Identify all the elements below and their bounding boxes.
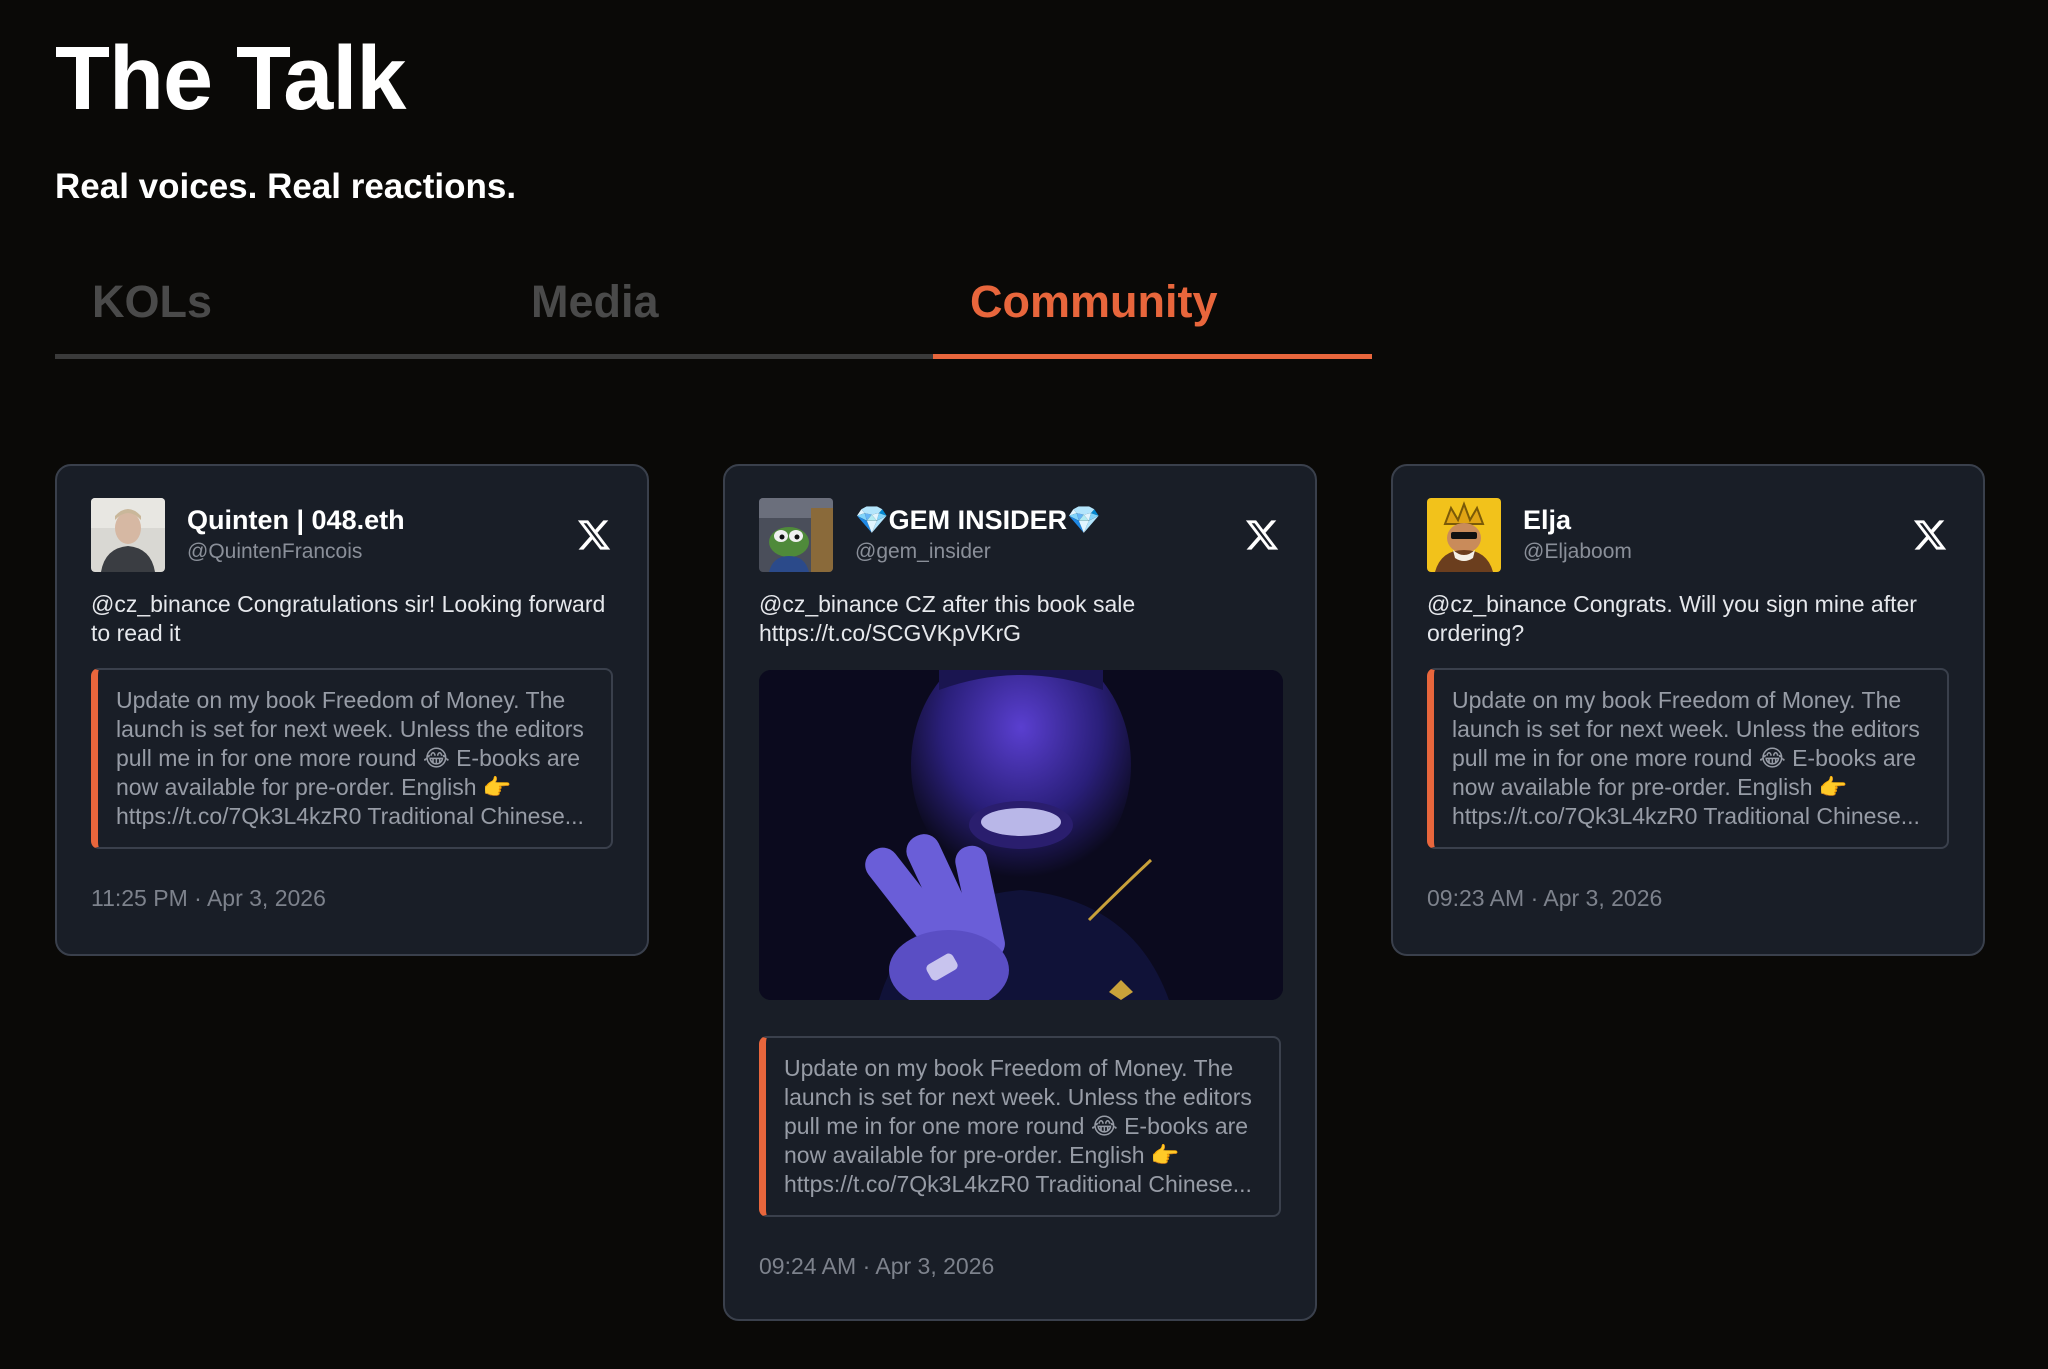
tweet-date: Apr 3, 2026 [206,885,326,911]
tweet-date: Apr 3, 2026 [1543,885,1663,911]
page-subtitle: Real voices. Real reactions. [55,167,517,206]
tweet-text: @cz_binance CZ after this book sale http… [759,591,1136,646]
author-name[interactable]: Elja [1523,503,1912,537]
quote-line: https://t.co/7Qk3L4kzR0 Traditional Chin… [116,803,584,829]
author-handle[interactable]: @QuintenFrancois [187,537,576,567]
quote-line: now available for pre-order. English 👉 [784,1142,1180,1168]
user-avatar[interactable] [1427,498,1501,572]
tab-community[interactable]: Community [933,270,1372,359]
tab-media[interactable]: Media [494,270,933,354]
tweet-timestamp[interactable]: 11:25 PM · Apr 3, 2026 [91,885,613,912]
quote-line: launch is set for next week. Unless the … [1452,716,1920,742]
tweet-header: Elja @Eljaboom [1427,498,1949,572]
tweet-media-image[interactable] [759,670,1283,1000]
author-info: Elja @Eljaboom [1523,503,1912,567]
author-handle[interactable]: @Eljaboom [1523,537,1912,567]
tweet-time: 11:25 PM [91,885,188,911]
x-logo-icon[interactable] [1912,517,1948,553]
quote-line: https://t.co/7Qk3L4kzR0 Traditional Chin… [1452,803,1920,829]
page-title: The Talk [55,29,406,129]
tweet-text: @cz_binance Congratulations sir! Looking… [91,591,606,646]
author-name[interactable]: 💎GEM INSIDER💎 [855,503,1244,537]
quote-line: launch is set for next week. Unless the … [116,716,584,742]
user-avatar[interactable] [91,498,165,572]
tweet-header: Quinten | 048.eth @QuintenFrancois [91,498,613,572]
tweet-text: @cz_binance Congrats. Will you sign mine… [1427,591,1917,646]
quote-line: now available for pre-order. English 👉 [116,774,512,800]
tab-kols[interactable]: KOLs [55,270,494,354]
timestamp-separator: · [194,885,202,911]
quoted-tweet[interactable]: Update on my book Freedom of Money. The … [91,668,613,849]
author-info: Quinten | 048.eth @QuintenFrancois [187,503,576,567]
x-logo-icon[interactable] [1244,517,1280,553]
quote-line: Update on my book Freedom of Money. The [116,687,566,713]
author-handle[interactable]: @gem_insider [855,537,1244,567]
tweet-card[interactable]: Quinten | 048.eth @QuintenFrancois @cz_b… [55,464,649,956]
quote-line: launch is set for next week. Unless the … [784,1084,1252,1110]
quoted-tweet[interactable]: Update on my book Freedom of Money. The … [1427,668,1949,849]
tweet-time: 09:23 AM [1427,885,1525,911]
quote-line: pull me in for one more round 😂 E-books … [784,1113,1249,1139]
tweet-timestamp[interactable]: 09:24 AM · Apr 3, 2026 [759,1253,1281,1280]
author-name[interactable]: Quinten | 048.eth [187,503,576,537]
quote-line: Update on my book Freedom of Money. The [784,1055,1234,1081]
quote-line: pull me in for one more round 😂 E-books … [116,745,581,771]
quote-line: Update on my book Freedom of Money. The [1452,687,1902,713]
author-info: 💎GEM INSIDER💎 @gem_insider [855,503,1244,567]
x-logo-icon[interactable] [576,517,612,553]
tweet-timestamp[interactable]: 09:23 AM · Apr 3, 2026 [1427,885,1949,912]
tweet-card[interactable]: Elja @Eljaboom @cz_binance Congrats. Wil… [1391,464,1985,956]
quote-line: now available for pre-order. English 👉 [1452,774,1848,800]
quote-line: https://t.co/7Qk3L4kzR0 Traditional Chin… [784,1171,1252,1197]
tweet-card[interactable]: 💎GEM INSIDER💎 @gem_insider @cz_binance C… [723,464,1317,1321]
timestamp-separator: · [862,1253,871,1279]
quoted-tweet[interactable]: Update on my book Freedom of Money. The … [759,1036,1281,1217]
tweet-date: Apr 3, 2026 [875,1253,995,1279]
tweet-header: 💎GEM INSIDER💎 @gem_insider [759,498,1281,572]
tab-bar: KOLs Media Community [55,270,1372,359]
user-avatar[interactable] [759,498,833,572]
quote-line: pull me in for one more round 😂 E-books … [1452,745,1917,771]
tweet-time: 09:24 AM [759,1253,857,1279]
timestamp-separator: · [1530,885,1539,911]
